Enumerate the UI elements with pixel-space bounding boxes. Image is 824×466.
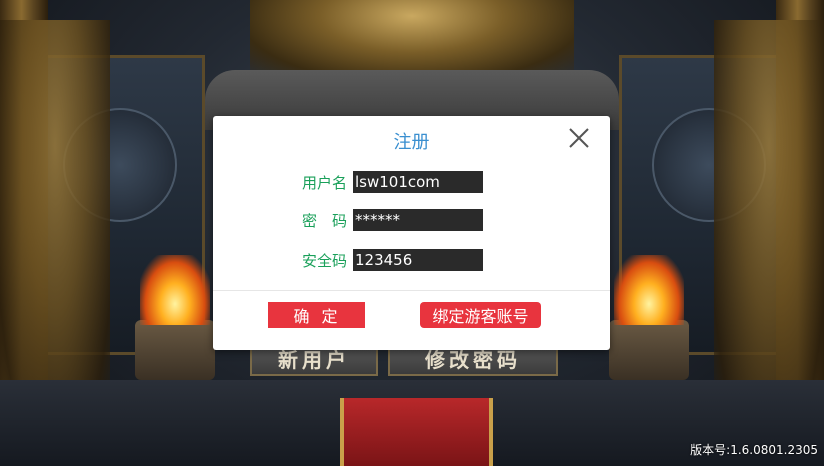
left-fire bbox=[140, 255, 210, 325]
password-row: 密 码 ****** bbox=[213, 208, 610, 232]
username-field[interactable]: lsw101com bbox=[353, 171, 483, 193]
right-brazier bbox=[609, 320, 689, 380]
dialog-title: 注册 bbox=[393, 132, 430, 153]
confirm-button[interactable]: 确定 bbox=[268, 302, 365, 328]
password-label: 密 码 bbox=[301, 211, 347, 230]
divider bbox=[213, 290, 610, 291]
register-dialog: 注册 用户名 lsw101com 密 码 ****** 安全码 123456 确… bbox=[213, 116, 610, 350]
left-brazier bbox=[135, 320, 215, 380]
right-fire bbox=[614, 255, 684, 325]
security-code-row: 安全码 123456 bbox=[213, 248, 610, 272]
bind-guest-account-button[interactable]: 绑定游客账号 bbox=[420, 302, 541, 328]
password-field[interactable]: ****** bbox=[353, 209, 483, 231]
dragon-crest-decoration bbox=[250, 0, 574, 80]
right-golden-dragon bbox=[714, 20, 824, 440]
security-code-label: 安全码 bbox=[301, 251, 347, 270]
username-row: 用户名 lsw101com bbox=[213, 170, 610, 194]
security-code-field[interactable]: 123456 bbox=[353, 249, 483, 271]
username-label: 用户名 bbox=[301, 173, 347, 192]
version-label: 版本号:1.6.0801.2305 bbox=[690, 443, 818, 457]
left-golden-dragon bbox=[0, 20, 110, 440]
red-carpet bbox=[340, 398, 493, 466]
close-icon[interactable] bbox=[566, 125, 592, 151]
